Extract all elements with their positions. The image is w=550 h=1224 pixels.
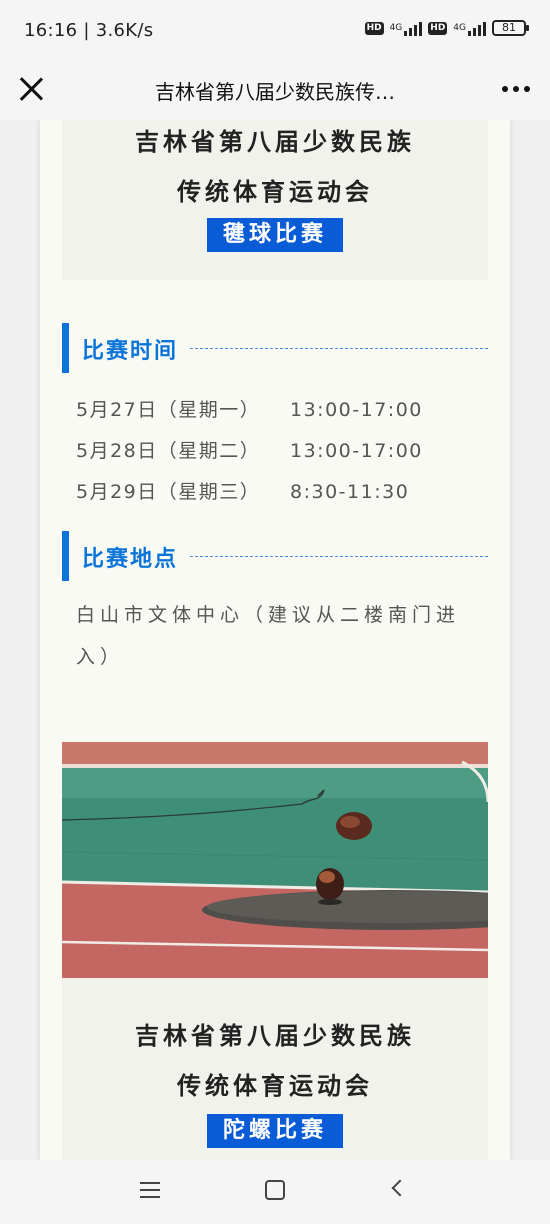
event-card-spinning-top: 吉林省第八届少数民族 传统体育运动会 陀螺比赛 [62,978,488,1160]
content-area[interactable]: 吉林省第八届少数民族 传统体育运动会 毽球比赛 比赛时间 5月27日（星期一） 1… [0,120,550,1160]
event-badge: 毽球比赛 [207,218,343,252]
schedule-time: 13:00-17:00 [290,440,423,462]
status-bar: 16:16 | 3.6K/s HD 4G HD 4G 81 [0,0,550,58]
home-icon[interactable] [265,1180,285,1200]
schedule-row: 5月29日（星期三） 8:30-11:30 [76,477,409,504]
hd-badge: HD [364,21,384,35]
card-title-line1: 吉林省第八届少数民族 [135,128,415,156]
card-title-line2: 传统体育运动会 [177,178,373,206]
more-icon[interactable] [502,86,530,92]
event-card-shuttlecock: 吉林省第八届少数民族 传统体育运动会 毽球比赛 [62,120,488,280]
venue-heading: 比赛地点 [62,531,488,581]
schedule-time: 8:30-11:30 [290,481,410,503]
section-bar [62,323,69,373]
event-badge: 陀螺比赛 [207,1114,343,1148]
section-title: 比赛时间 [82,339,179,364]
schedule-date: 5月29日（星期三） [76,481,261,503]
back-icon[interactable] [391,1179,409,1197]
schedule-date: 5月28日（星期二） [76,440,261,462]
battery-icon: 81 [492,20,529,36]
system-nav-bar [0,1160,550,1224]
section-divider [190,348,488,349]
section-bar [62,531,69,581]
signal-icon [468,20,486,36]
article: 吉林省第八届少数民族 传统体育运动会 毽球比赛 比赛时间 5月27日（星期一） 1… [40,120,510,1160]
spinning-top-photo [62,742,488,978]
status-icons: HD 4G HD 4G 81 [364,20,529,36]
status-time: 16:16 | 3.6K/s [24,20,154,41]
card-title-line2: 传统体育运动会 [177,1072,373,1100]
signal-icon [404,20,423,36]
schedule-row: 5月27日（星期一） 13:00-17:00 [76,395,423,422]
section-title: 比赛地点 [82,547,179,572]
network-label: 4G [453,23,466,33]
card-title-line1: 吉林省第八届少数民族 [135,1022,415,1050]
section-divider [190,556,488,557]
schedule-row: 5月28日（星期二） 13:00-17:00 [76,436,423,463]
hd-badge: HD [428,21,448,35]
schedule-heading: 比赛时间 [62,323,488,373]
venue-text: 白山市文体中心（建议从二楼南门进入） [76,604,461,668]
network-label: 4G [389,23,403,33]
nav-bar: 吉林省第八届少数民族传… [0,58,550,120]
schedule-date: 5月27日（星期一） [76,399,261,421]
menu-icon[interactable] [140,1182,160,1200]
schedule-time: 13:00-17:00 [290,399,423,421]
page-title: 吉林省第八届少数民族传… [155,80,395,104]
